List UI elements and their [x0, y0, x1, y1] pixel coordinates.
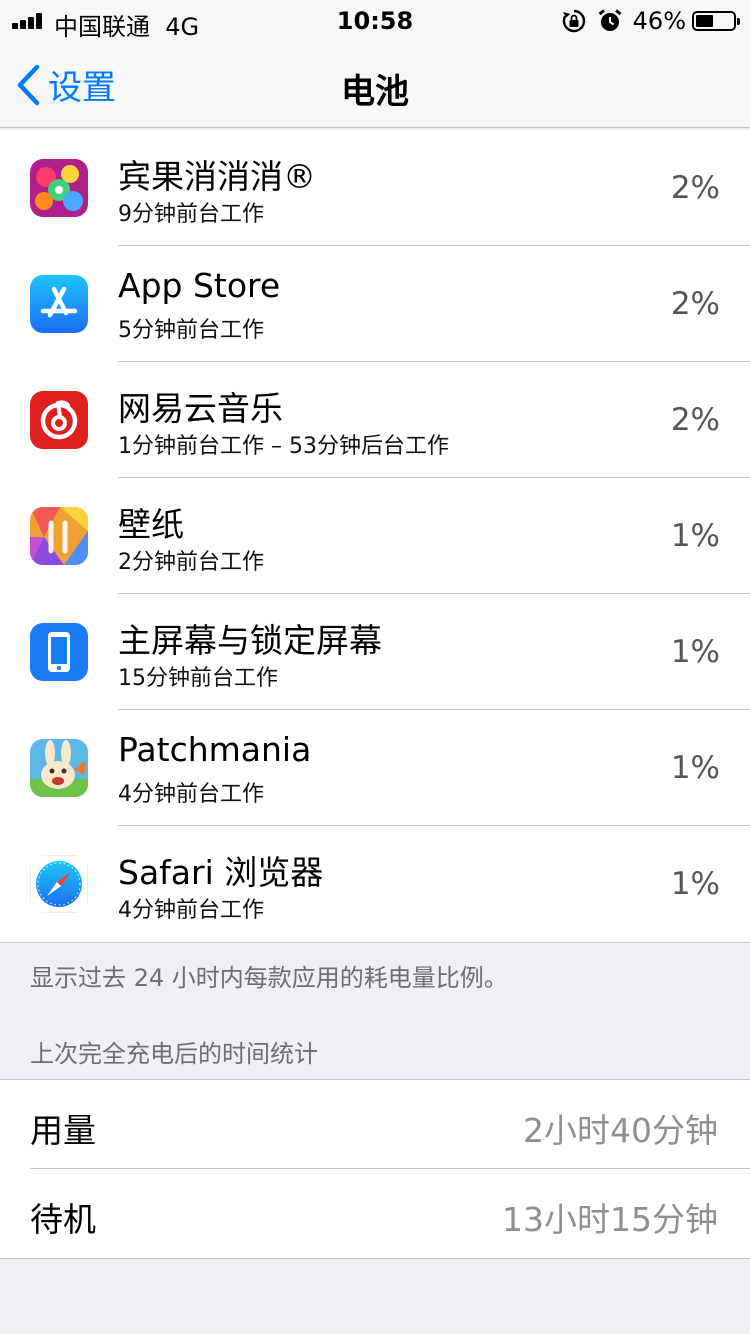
orientation-lock-icon: [562, 9, 585, 33]
app-name: Patchmania: [118, 730, 312, 769]
app-battery-percent: 2%: [670, 170, 720, 206]
app-usage-detail: 1分钟前台工作 – 53分钟后台工作: [118, 434, 449, 459]
usage-time-row: 用量 2小时40分钟: [0, 1080, 750, 1169]
app-battery-usage-list: 宾果消消消® 9分钟前台工作 2% App Store 5分钟前台工作 2% 网…: [0, 130, 750, 943]
time-stats-section-header: 上次完全充电后的时间统计: [30, 1040, 318, 1068]
app-name: Safari 浏览器: [118, 853, 324, 892]
stat-label: 用量: [30, 1111, 96, 1150]
battery-icon: [692, 11, 740, 31]
app-battery-percent: 1%: [670, 634, 720, 670]
usage-footnote: 显示过去 24 小时内每款应用的耗电量比例。: [30, 964, 508, 992]
app-usage-detail: 2分钟前台工作: [118, 550, 264, 575]
app-row-wallpaper[interactable]: 壁纸 2分钟前台工作 1%: [0, 478, 750, 594]
wallpaper-icon: [30, 507, 88, 565]
app-usage-detail: 9分钟前台工作: [118, 202, 264, 227]
bingo-candy-app-icon: [30, 159, 88, 217]
battery-percent: 46%: [632, 7, 686, 35]
app-usage-detail: 4分钟前台工作: [118, 898, 264, 923]
app-battery-percent: 1%: [670, 518, 720, 554]
home-lock-screen-icon: [30, 623, 88, 681]
page-title: 电池: [341, 72, 409, 112]
app-battery-percent: 1%: [670, 866, 720, 902]
alarm-clock-icon: [598, 9, 622, 31]
app-name: 宾果消消消®: [118, 157, 316, 196]
netease-music-icon: [30, 391, 88, 449]
app-usage-detail: 15分钟前台工作: [118, 666, 278, 691]
app-row-home-lock-screen[interactable]: 主屏幕与锁定屏幕 15分钟前台工作 1%: [0, 594, 750, 710]
standby-time-row: 待机 13小时15分钟: [0, 1169, 750, 1258]
app-battery-percent: 2%: [670, 402, 720, 438]
app-row-patchmania[interactable]: Patchmania 4分钟前台工作 1%: [0, 710, 750, 826]
app-name: App Store: [118, 266, 281, 305]
app-row-bingo[interactable]: 宾果消消消® 9分钟前台工作 2%: [0, 130, 750, 246]
app-battery-percent: 1%: [670, 750, 720, 786]
app-row-safari[interactable]: Safari 浏览器 4分钟前台工作 1%: [0, 826, 750, 942]
stat-label: 待机: [30, 1200, 96, 1239]
app-row-app-store[interactable]: App Store 5分钟前台工作 2%: [0, 246, 750, 362]
app-name: 主屏幕与锁定屏幕: [118, 621, 382, 660]
app-name: 网易云音乐: [118, 389, 283, 428]
app-usage-detail: 4分钟前台工作: [118, 782, 264, 807]
stat-value: 2小时40分钟: [523, 1111, 718, 1150]
safari-compass-icon: [30, 855, 88, 913]
status-bar: 中国联通 4G 10:58 46%: [0, 0, 750, 41]
stat-value: 13小时15分钟: [502, 1200, 718, 1239]
app-row-netease-music[interactable]: 网易云音乐 1分钟前台工作 – 53分钟后台工作 2%: [0, 362, 750, 478]
patchmania-bunny-icon: [30, 739, 88, 797]
app-usage-detail: 5分钟前台工作: [118, 318, 264, 343]
app-battery-percent: 2%: [670, 286, 720, 322]
app-store-icon: [30, 275, 88, 333]
app-name: 壁纸: [118, 505, 184, 544]
time-stats-list: 用量 2小时40分钟 待机 13小时15分钟: [0, 1079, 750, 1259]
navigation-bar: 设置 电池: [0, 40, 750, 128]
